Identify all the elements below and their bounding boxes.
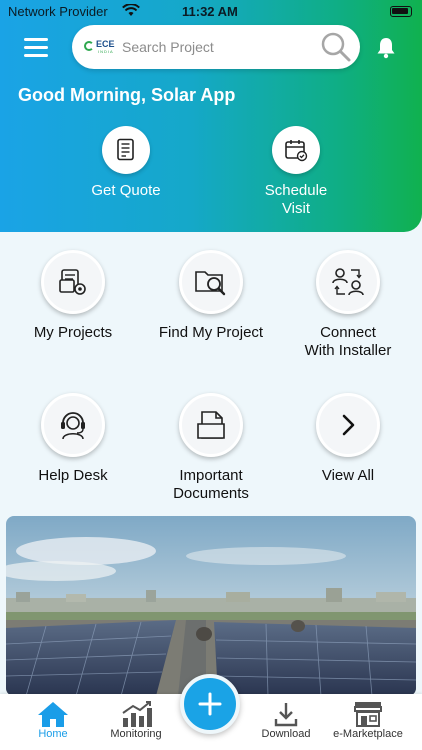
view-all-label: View All — [321, 467, 375, 484]
greeting-text: Good Morning, Solar App — [18, 85, 236, 105]
documents-icon — [179, 393, 243, 457]
battery-icon — [390, 6, 412, 17]
find-my-project-label: Find My Project — [158, 324, 264, 341]
nav-download[interactable]: Download — [241, 700, 331, 740]
important-documents-button[interactable]: Important Documents — [141, 393, 281, 503]
help-desk-label: Help Desk — [38, 467, 108, 484]
nav-download-label: Download — [261, 728, 311, 740]
search-icon[interactable] — [320, 31, 352, 63]
connect-installer-button[interactable]: Connect With Installer — [278, 250, 418, 360]
wifi-icon — [122, 3, 140, 20]
status-bar: Network Provider 11:32 AM — [0, 0, 422, 24]
company-logo: ECE INDIA — [84, 39, 118, 57]
plus-icon — [198, 692, 222, 716]
add-button[interactable] — [180, 674, 240, 734]
nav-home-label: Home — [38, 728, 68, 740]
hamburger-menu-icon[interactable] — [24, 38, 48, 58]
home-icon — [8, 700, 98, 728]
connect-installer-label: Connect With Installer — [304, 324, 392, 359]
chevron-right-icon — [316, 393, 380, 457]
help-desk-button[interactable]: Help Desk — [3, 393, 143, 485]
schedule-visit-label: Schedule Visit — [264, 182, 328, 217]
nav-monitoring[interactable]: Monitoring — [91, 700, 181, 740]
view-all-button[interactable]: View All — [278, 393, 418, 485]
notification-bell-icon[interactable] — [374, 36, 398, 60]
document-icon — [102, 126, 150, 174]
solar-rooftop-banner — [6, 516, 416, 696]
download-icon — [241, 700, 331, 728]
users-connect-icon — [316, 250, 380, 314]
search-input[interactable] — [122, 35, 312, 59]
network-provider: Network Provider — [8, 4, 108, 19]
important-documents-label: Important Documents — [173, 467, 249, 502]
header-banner: Network Provider 11:32 AM ECE INDIA Good — [0, 0, 422, 232]
headset-icon — [41, 393, 105, 457]
nav-home[interactable]: Home — [8, 700, 98, 740]
get-quote-button[interactable]: Get Quote — [56, 126, 196, 200]
nav-e-marketplace[interactable]: e-Marketplace — [323, 700, 413, 740]
clock: 11:32 AM — [182, 4, 238, 19]
my-projects-button[interactable]: My Projects — [3, 250, 143, 342]
project-settings-icon — [41, 250, 105, 314]
store-icon — [323, 700, 413, 728]
get-quote-label: Get Quote — [91, 182, 161, 199]
nav-e-marketplace-label: e-Marketplace — [333, 728, 403, 740]
my-projects-label: My Projects — [33, 324, 113, 341]
search-bar: ECE INDIA — [72, 25, 360, 69]
calendar-icon — [272, 126, 320, 174]
chart-icon — [91, 700, 181, 728]
folder-search-icon — [179, 250, 243, 314]
nav-monitoring-label: Monitoring — [110, 728, 162, 740]
find-my-project-button[interactable]: Find My Project — [141, 250, 281, 342]
schedule-visit-button[interactable]: Schedule Visit — [226, 126, 366, 218]
